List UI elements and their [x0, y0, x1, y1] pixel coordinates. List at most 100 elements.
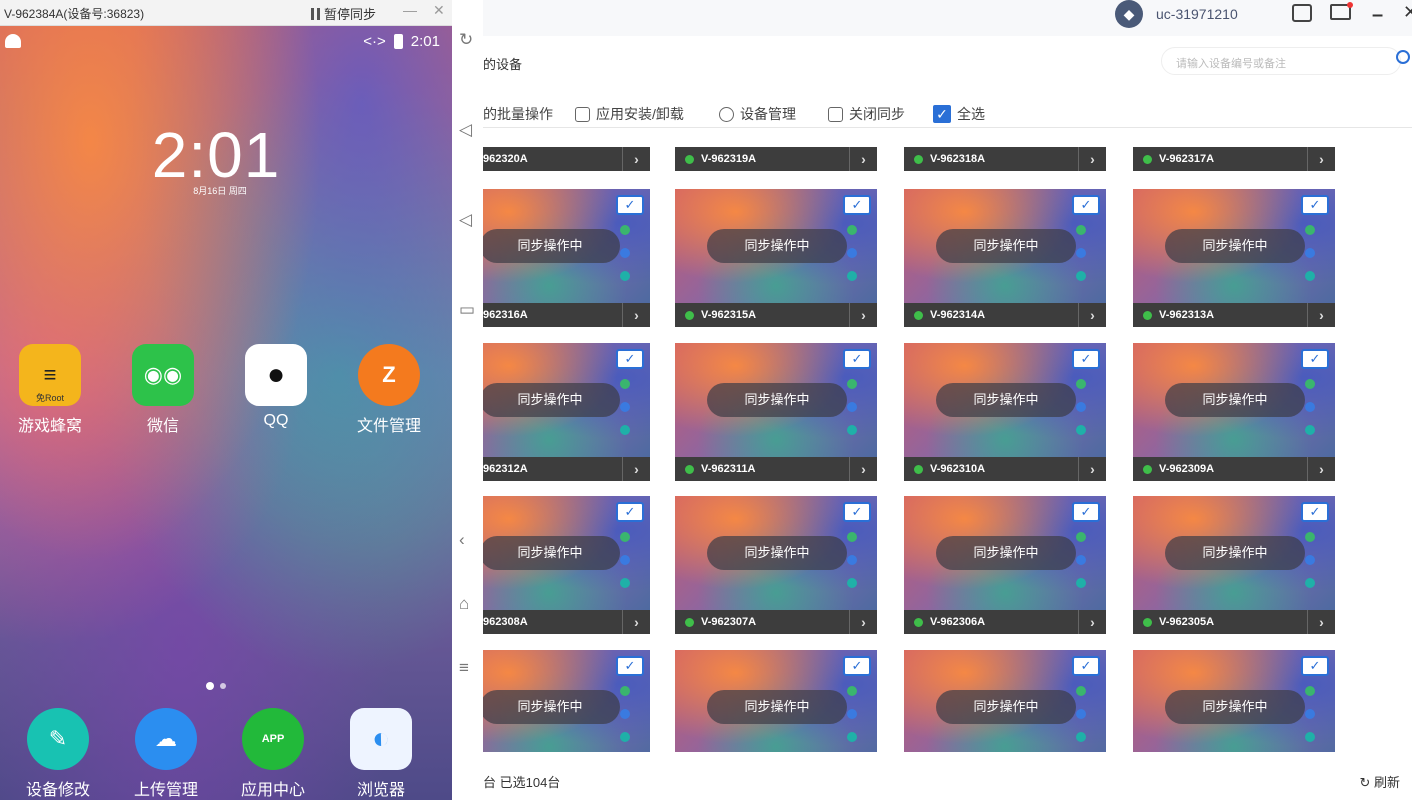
device-screen-thumbnail[interactable]: ✓ 同步操作中 [1133, 650, 1335, 752]
chevron-right-icon[interactable]: › [622, 457, 650, 481]
checkbox-icon[interactable]: ✓ [843, 349, 871, 369]
chevron-right-icon[interactable]: › [1307, 457, 1335, 481]
chevron-right-icon[interactable]: › [1078, 457, 1106, 481]
checkbox-icon[interactable]: ✓ [1301, 195, 1329, 215]
device-card[interactable]: ✓ 同步操作中 [483, 650, 650, 752]
checkbox-icon[interactable]: ✓ [616, 195, 644, 215]
device-card[interactable]: ✓ 同步操作中 V-962311A › [675, 343, 877, 481]
volume-up-icon[interactable]: ◁ [459, 120, 472, 140]
chevron-right-icon[interactable]: › [622, 303, 650, 327]
chevron-right-icon[interactable]: › [622, 147, 650, 171]
device-card[interactable]: ✓ 同步操作中 V-962305A › [1133, 496, 1335, 634]
device-screen-thumbnail[interactable]: ✓ 同步操作中 [483, 189, 650, 303]
device-label-bar[interactable]: 962312A › [483, 457, 650, 481]
device-card[interactable]: ✓ 同步操作中 962308A › [483, 496, 650, 634]
phone-screen[interactable]: <·> 2:01 2:01 8月16日 周四 ≡ 免Root 游戏蜂窝 ◉◉ 微信… [0, 26, 452, 800]
checkbox-icon[interactable]: ✓ [1301, 349, 1329, 369]
device-screen-thumbnail[interactable]: ✓ 同步操作中 [675, 650, 877, 752]
dock-device-modify[interactable]: ✎ 设备修改大... [13, 708, 103, 800]
device-label-bar[interactable]: V-962310A › [904, 457, 1106, 481]
select-all-checkbox[interactable]: ✓ 全选 [933, 104, 985, 124]
device-management-button[interactable]: 设备管理 [719, 104, 796, 124]
refresh-button[interactable]: ↻ 刷新 [1359, 772, 1400, 791]
chevron-right-icon[interactable]: › [849, 610, 877, 634]
checkbox-icon[interactable]: ✓ [1301, 502, 1329, 522]
dock-app-center[interactable]: APP 应用中心 [228, 708, 318, 800]
app-install-button[interactable]: 应用安装/卸载 [575, 104, 684, 124]
checkbox-icon[interactable]: ✓ [1301, 656, 1329, 676]
checkbox-icon[interactable]: ✓ [1072, 349, 1100, 369]
device-screen-thumbnail[interactable]: ✓ 同步操作中 [1133, 343, 1335, 457]
device-screen-thumbnail[interactable]: ✓ 同步操作中 [675, 343, 877, 457]
close-sync-button[interactable]: 关闭同步 [828, 104, 905, 124]
rotate-icon[interactable]: ↻ [459, 30, 473, 50]
device-card[interactable]: ✓ 同步操作中 [1133, 650, 1335, 752]
chevron-right-icon[interactable]: › [1078, 147, 1106, 171]
app-wechat[interactable]: ◉◉ 微信 [118, 344, 208, 436]
device-card[interactable]: ✓ 同步操作中 962316A › [483, 189, 650, 327]
chevron-right-icon[interactable]: › [1078, 303, 1106, 327]
chevron-right-icon[interactable]: › [849, 147, 877, 171]
device-label-bar[interactable]: V-962313A › [1133, 303, 1335, 327]
device-screen-thumbnail[interactable]: ✓ 同步操作中 [1133, 189, 1335, 303]
checkbox-icon[interactable]: ✓ [1072, 195, 1100, 215]
chevron-right-icon[interactable]: › [1307, 610, 1335, 634]
gift-icon[interactable] [1292, 4, 1312, 22]
home-icon[interactable]: ⌂ [459, 594, 469, 614]
checkbox-icon[interactable]: ✓ [843, 502, 871, 522]
dock-upload[interactable]: ☁ 上传管理 [121, 708, 211, 800]
dock-browser[interactable]: ◐ 浏览器 [336, 708, 426, 800]
device-label-bar[interactable]: V-962315A › [675, 303, 877, 327]
phone-close-button[interactable]: ✕ [433, 2, 445, 19]
device-label-bar[interactable]: V-962319A › [675, 147, 877, 171]
back-icon[interactable]: ‹ [459, 530, 465, 550]
phone-minimize-button[interactable]: — [403, 2, 417, 18]
search-icon[interactable] [1396, 50, 1410, 64]
device-label-bar[interactable]: V-962309A › [1133, 457, 1335, 481]
username[interactable]: uc-31971210 [1156, 6, 1238, 22]
chevron-right-icon[interactable]: › [849, 457, 877, 481]
device-label-bar[interactable]: 962320A › [483, 147, 650, 171]
chevron-right-icon[interactable]: › [1078, 610, 1106, 634]
close-button[interactable]: ✕ [1403, 2, 1412, 23]
chevron-right-icon[interactable]: › [849, 303, 877, 327]
device-card[interactable]: ✓ 同步操作中 [675, 650, 877, 752]
volume-down-icon[interactable]: ◁ [459, 210, 472, 230]
device-card[interactable]: ✓ 同步操作中 V-962315A › [675, 189, 877, 327]
folder-icon[interactable]: ▭ [459, 300, 475, 320]
device-label-bar[interactable]: 962316A › [483, 303, 650, 327]
minimize-button[interactable]: – [1372, 4, 1383, 27]
device-card[interactable]: ✓ 同步操作中 V-962307A › [675, 496, 877, 634]
checkbox-icon[interactable]: ✓ [843, 195, 871, 215]
device-card[interactable]: ✓ 同步操作中 V-962306A › [904, 496, 1106, 634]
checkbox-icon[interactable]: ✓ [1072, 656, 1100, 676]
checkbox-icon[interactable]: ✓ [616, 349, 644, 369]
chevron-right-icon[interactable]: › [1307, 303, 1335, 327]
chevron-right-icon[interactable]: › [1307, 147, 1335, 171]
device-card[interactable]: ✓ 同步操作中 962312A › [483, 343, 650, 481]
checkbox-icon[interactable]: ✓ [1072, 502, 1100, 522]
device-label-bar[interactable]: V-962305A › [1133, 610, 1335, 634]
device-screen-thumbnail[interactable]: ✓ 同步操作中 [904, 650, 1106, 752]
device-label-bar[interactable]: V-962307A › [675, 610, 877, 634]
device-screen-thumbnail[interactable]: ✓ 同步操作中 [675, 189, 877, 303]
checkbox-icon[interactable]: ✓ [843, 656, 871, 676]
checkbox-icon[interactable]: ✓ [616, 502, 644, 522]
device-card[interactable]: ✓ 同步操作中 V-962314A › [904, 189, 1106, 327]
device-card[interactable]: ✓ 同步操作中 V-962310A › [904, 343, 1106, 481]
app-file-manager[interactable]: Z 文件管理 [344, 344, 434, 436]
device-screen-thumbnail[interactable]: ✓ 同步操作中 [483, 496, 650, 610]
menu-icon[interactable]: ≡ [459, 658, 469, 678]
app-bee[interactable]: ≡ 免Root 游戏蜂窝 [5, 344, 95, 436]
pause-sync-button[interactable]: 暂停同步 [311, 4, 376, 23]
device-screen-thumbnail[interactable]: ✓ 同步操作中 [1133, 496, 1335, 610]
chevron-right-icon[interactable]: › [622, 610, 650, 634]
device-screen-thumbnail[interactable]: ✓ 同步操作中 [483, 343, 650, 457]
device-label-bar[interactable]: V-962318A › [904, 147, 1106, 171]
device-screen-thumbnail[interactable]: ✓ 同步操作中 [675, 496, 877, 610]
device-label-bar[interactable]: V-962311A › [675, 457, 877, 481]
device-label-bar[interactable]: V-962314A › [904, 303, 1106, 327]
device-screen-thumbnail[interactable]: ✓ 同步操作中 [904, 189, 1106, 303]
device-label-bar[interactable]: V-962306A › [904, 610, 1106, 634]
app-qq[interactable]: ● QQ [231, 344, 321, 430]
